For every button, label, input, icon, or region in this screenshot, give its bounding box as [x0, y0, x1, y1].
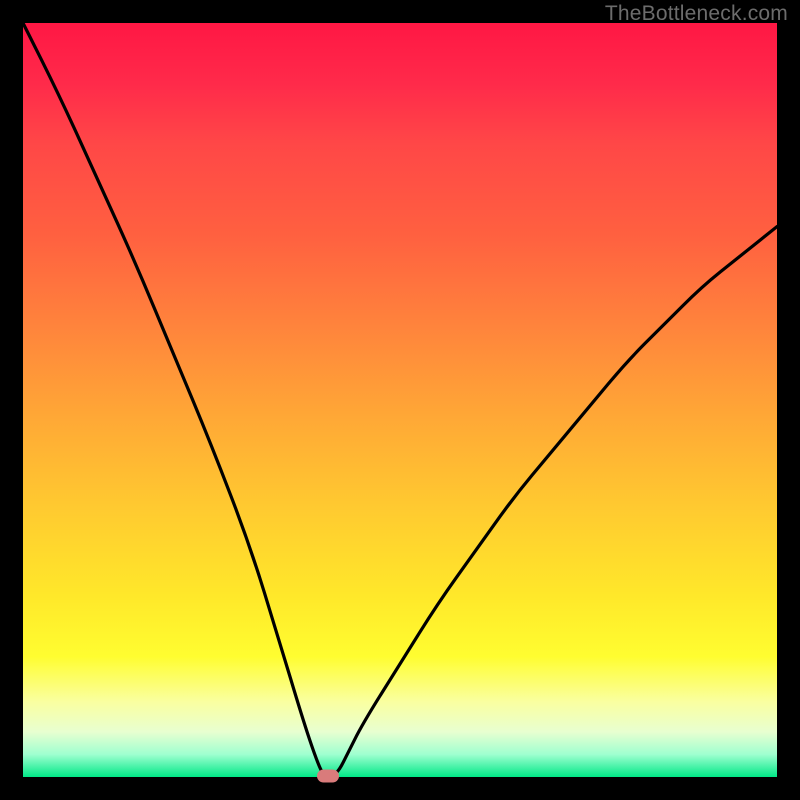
- curve-path: [23, 23, 777, 777]
- chart-frame: TheBottleneck.com: [0, 0, 800, 800]
- bottleneck-curve: [23, 23, 777, 777]
- plot-area: [23, 23, 777, 777]
- optimal-point-marker: [317, 770, 339, 783]
- watermark-text: TheBottleneck.com: [605, 2, 788, 26]
